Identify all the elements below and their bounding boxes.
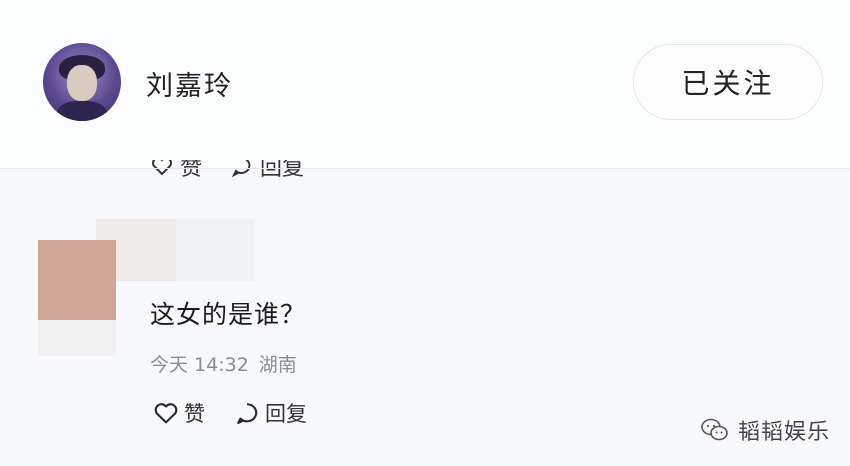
username[interactable]: 刘嘉玲 [146,64,233,103]
previous-reply-button[interactable]: 回复 [230,160,304,182]
avatar-body [57,101,107,121]
comment-icon [231,160,251,178]
watermark: 韬韬娱乐 [700,414,830,446]
blurred-avatar-block [176,219,254,281]
heart-icon [152,160,172,176]
watermark-text: 韬韬娱乐 [738,420,831,445]
comment-date: 今天 14:32 [150,354,249,376]
divider [0,168,850,169]
blurred-avatar[interactable] [38,240,116,320]
comment-location: 湖南 [258,354,297,376]
profile-header: 刘嘉玲 已关注 [0,0,850,168]
comment-text: 这女的是谁？ [150,300,307,329]
previous-like-button[interactable]: 赞 [150,160,202,182]
avatar[interactable] [43,43,121,121]
heart-icon [154,403,178,424]
previous-like-label: 赞 [180,160,203,181]
previous-reply-label: 回复 [260,160,305,181]
like-label: 赞 [184,402,205,426]
wechat-icon [701,418,728,441]
avatar-face [67,65,97,101]
follow-button[interactable]: 已关注 [633,44,823,120]
previous-comment-actions: 赞 回复 [150,160,450,184]
like-button[interactable]: 赞 [152,398,205,428]
reply-button[interactable]: 回复 [233,398,307,428]
reply-label: 回复 [265,402,307,426]
comment-icon [237,403,258,424]
comment-meta: 今天 14:32 湖南 [150,350,297,377]
blurred-avatar-block [38,320,116,356]
comment-actions: 赞 回复 [152,398,335,428]
